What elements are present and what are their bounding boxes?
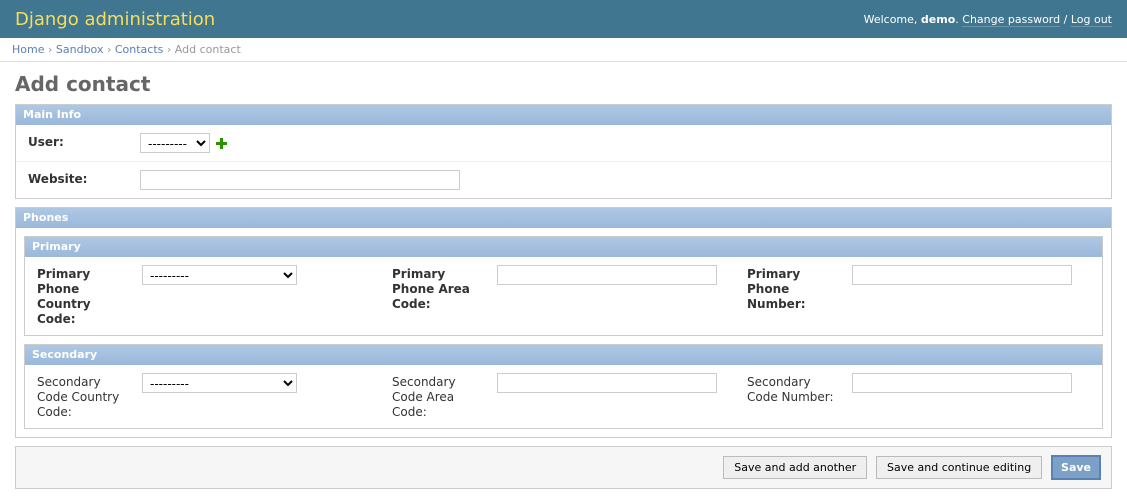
secondary-country-label: Secondary Code Country Code: xyxy=(37,373,132,420)
primary-number-label: Primary Phone Number: xyxy=(747,265,842,312)
row-user: User: --------- xyxy=(16,125,1111,162)
secondary-number-label: Secondary Code Number: xyxy=(747,373,842,405)
secondary-country-select[interactable]: --------- xyxy=(142,373,297,393)
breadcrumb-current: Add contact xyxy=(175,43,241,56)
user-label: User: xyxy=(28,133,128,149)
user-tools: Welcome, demo. Change password / Log out xyxy=(864,13,1112,26)
fieldset-secondary-title: Secondary xyxy=(25,345,1102,365)
primary-area-input[interactable] xyxy=(497,265,717,285)
secondary-area-input[interactable] xyxy=(497,373,717,393)
fieldset-phones-title: Phones xyxy=(16,208,1111,228)
fieldset-main-info: Main Info User: --------- Website: xyxy=(15,104,1112,199)
breadcrumb-sandbox[interactable]: Sandbox xyxy=(56,43,104,56)
row-website: Website: xyxy=(16,162,1111,198)
row-primary-phone: Primary Phone Country Code: --------- Pr… xyxy=(25,257,1102,335)
fieldset-primary-title: Primary xyxy=(25,237,1102,257)
website-label: Website: xyxy=(28,170,128,186)
secondary-area-label: Secondary Code Area Code: xyxy=(392,373,487,420)
fieldset-secondary: Secondary Secondary Code Country Code: -… xyxy=(24,344,1103,429)
primary-country-label: Primary Phone Country Code: xyxy=(37,265,132,327)
page-title: Add contact xyxy=(15,72,1112,96)
fieldset-main-info-title: Main Info xyxy=(16,105,1111,125)
primary-number-input[interactable] xyxy=(852,265,1072,285)
secondary-number-input[interactable] xyxy=(852,373,1072,393)
primary-area-label: Primary Phone Area Code: xyxy=(392,265,487,312)
save-button[interactable] xyxy=(1051,455,1101,480)
save-continue-button[interactable] xyxy=(876,456,1042,479)
header: Django administration Welcome, demo. Cha… xyxy=(0,0,1127,38)
primary-country-select[interactable]: --------- xyxy=(142,265,297,285)
save-add-another-button[interactable] xyxy=(723,456,867,479)
breadcrumb-home[interactable]: Home xyxy=(12,43,44,56)
submit-row xyxy=(15,446,1112,489)
logout-link[interactable]: Log out xyxy=(1071,13,1112,27)
fieldset-phones: Phones Primary Primary Phone Country Cod… xyxy=(15,207,1112,438)
breadcrumb-contacts[interactable]: Contacts xyxy=(115,43,164,56)
branding-title: Django administration xyxy=(15,9,215,30)
website-input[interactable] xyxy=(140,170,460,190)
add-user-icon[interactable] xyxy=(214,136,228,150)
breadcrumb: Home › Sandbox › Contacts › Add contact xyxy=(0,38,1127,62)
username: demo xyxy=(921,13,955,26)
welcome-text: Welcome, xyxy=(864,13,918,26)
fieldset-primary: Primary Primary Phone Country Code: ----… xyxy=(24,236,1103,336)
row-secondary-phone: Secondary Code Country Code: --------- S… xyxy=(25,365,1102,428)
change-password-link[interactable]: Change password xyxy=(962,13,1060,27)
user-select[interactable]: --------- xyxy=(140,133,210,153)
